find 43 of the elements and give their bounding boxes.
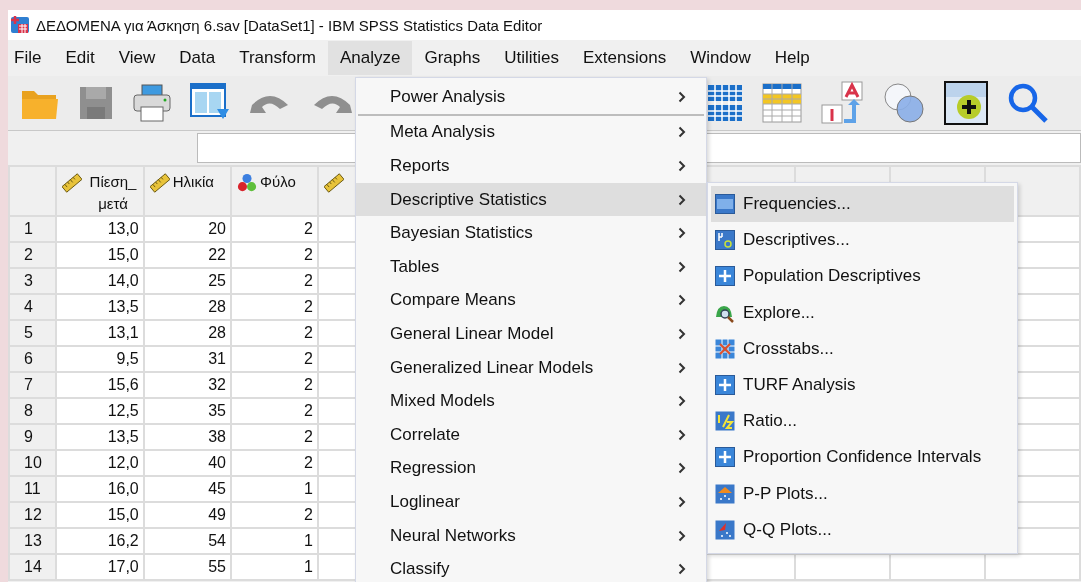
table-cell: 20 <box>143 216 231 242</box>
table-cell: 14,0 <box>56 268 144 294</box>
table-cell: 40 <box>143 450 231 476</box>
table-cell: 1 <box>231 476 318 502</box>
table-cell: 1 <box>231 554 318 580</box>
table-cell: 31 <box>143 346 231 372</box>
table-cell: 15,0 <box>56 502 144 528</box>
table-cell: 13,5 <box>56 424 144 450</box>
table-cell: 2 <box>231 398 318 424</box>
table-cell: 13,0 <box>56 216 144 242</box>
table-cell: 2 <box>231 502 318 528</box>
table-cell: 15,0 <box>56 242 144 268</box>
table-cell: 28 <box>143 320 231 346</box>
table-cell: 45 <box>143 476 231 502</box>
table-cell: 28 <box>143 294 231 320</box>
table-cell: 49 <box>143 502 231 528</box>
table-cell: 16,0 <box>56 476 144 502</box>
table-cell: 38 <box>143 424 231 450</box>
table-cell: 25 <box>143 268 231 294</box>
table-cell: 9,5 <box>56 346 144 372</box>
table-cell: 12,0 <box>56 450 144 476</box>
table-cell: 35 <box>143 398 231 424</box>
window-title: ΔΕΔΟΜΕΝΑ για Άσκηση 6.sav [DataSet1] - IBM SPSS Statistics Data Editor <box>36 16 543 34</box>
table-cell: 2 <box>231 346 318 372</box>
table-cell: 2 <box>231 372 318 398</box>
table-cell: 15,6 <box>56 372 144 398</box>
table-cell: 12,5 <box>56 398 144 424</box>
table-cell: 16,2 <box>56 528 144 554</box>
table-cell: 13,5 <box>56 294 144 320</box>
table-cell: 32 <box>143 372 231 398</box>
table-cell: 2 <box>231 242 318 268</box>
table-cell: 1 <box>231 528 318 554</box>
table-cell: 2 <box>231 268 318 294</box>
table-cell: 2 <box>231 424 318 450</box>
table-cell: 22 <box>143 242 231 268</box>
table-cell: 13,1 <box>56 320 144 346</box>
table-cell: 2 <box>231 320 318 346</box>
table-cell: 2 <box>231 216 318 242</box>
table-cell: 2 <box>231 450 318 476</box>
table-cell: 2 <box>231 294 318 320</box>
table-cell: 55 <box>143 554 231 580</box>
table-cell: 54 <box>143 528 231 554</box>
table-cell: 17,0 <box>56 554 144 580</box>
